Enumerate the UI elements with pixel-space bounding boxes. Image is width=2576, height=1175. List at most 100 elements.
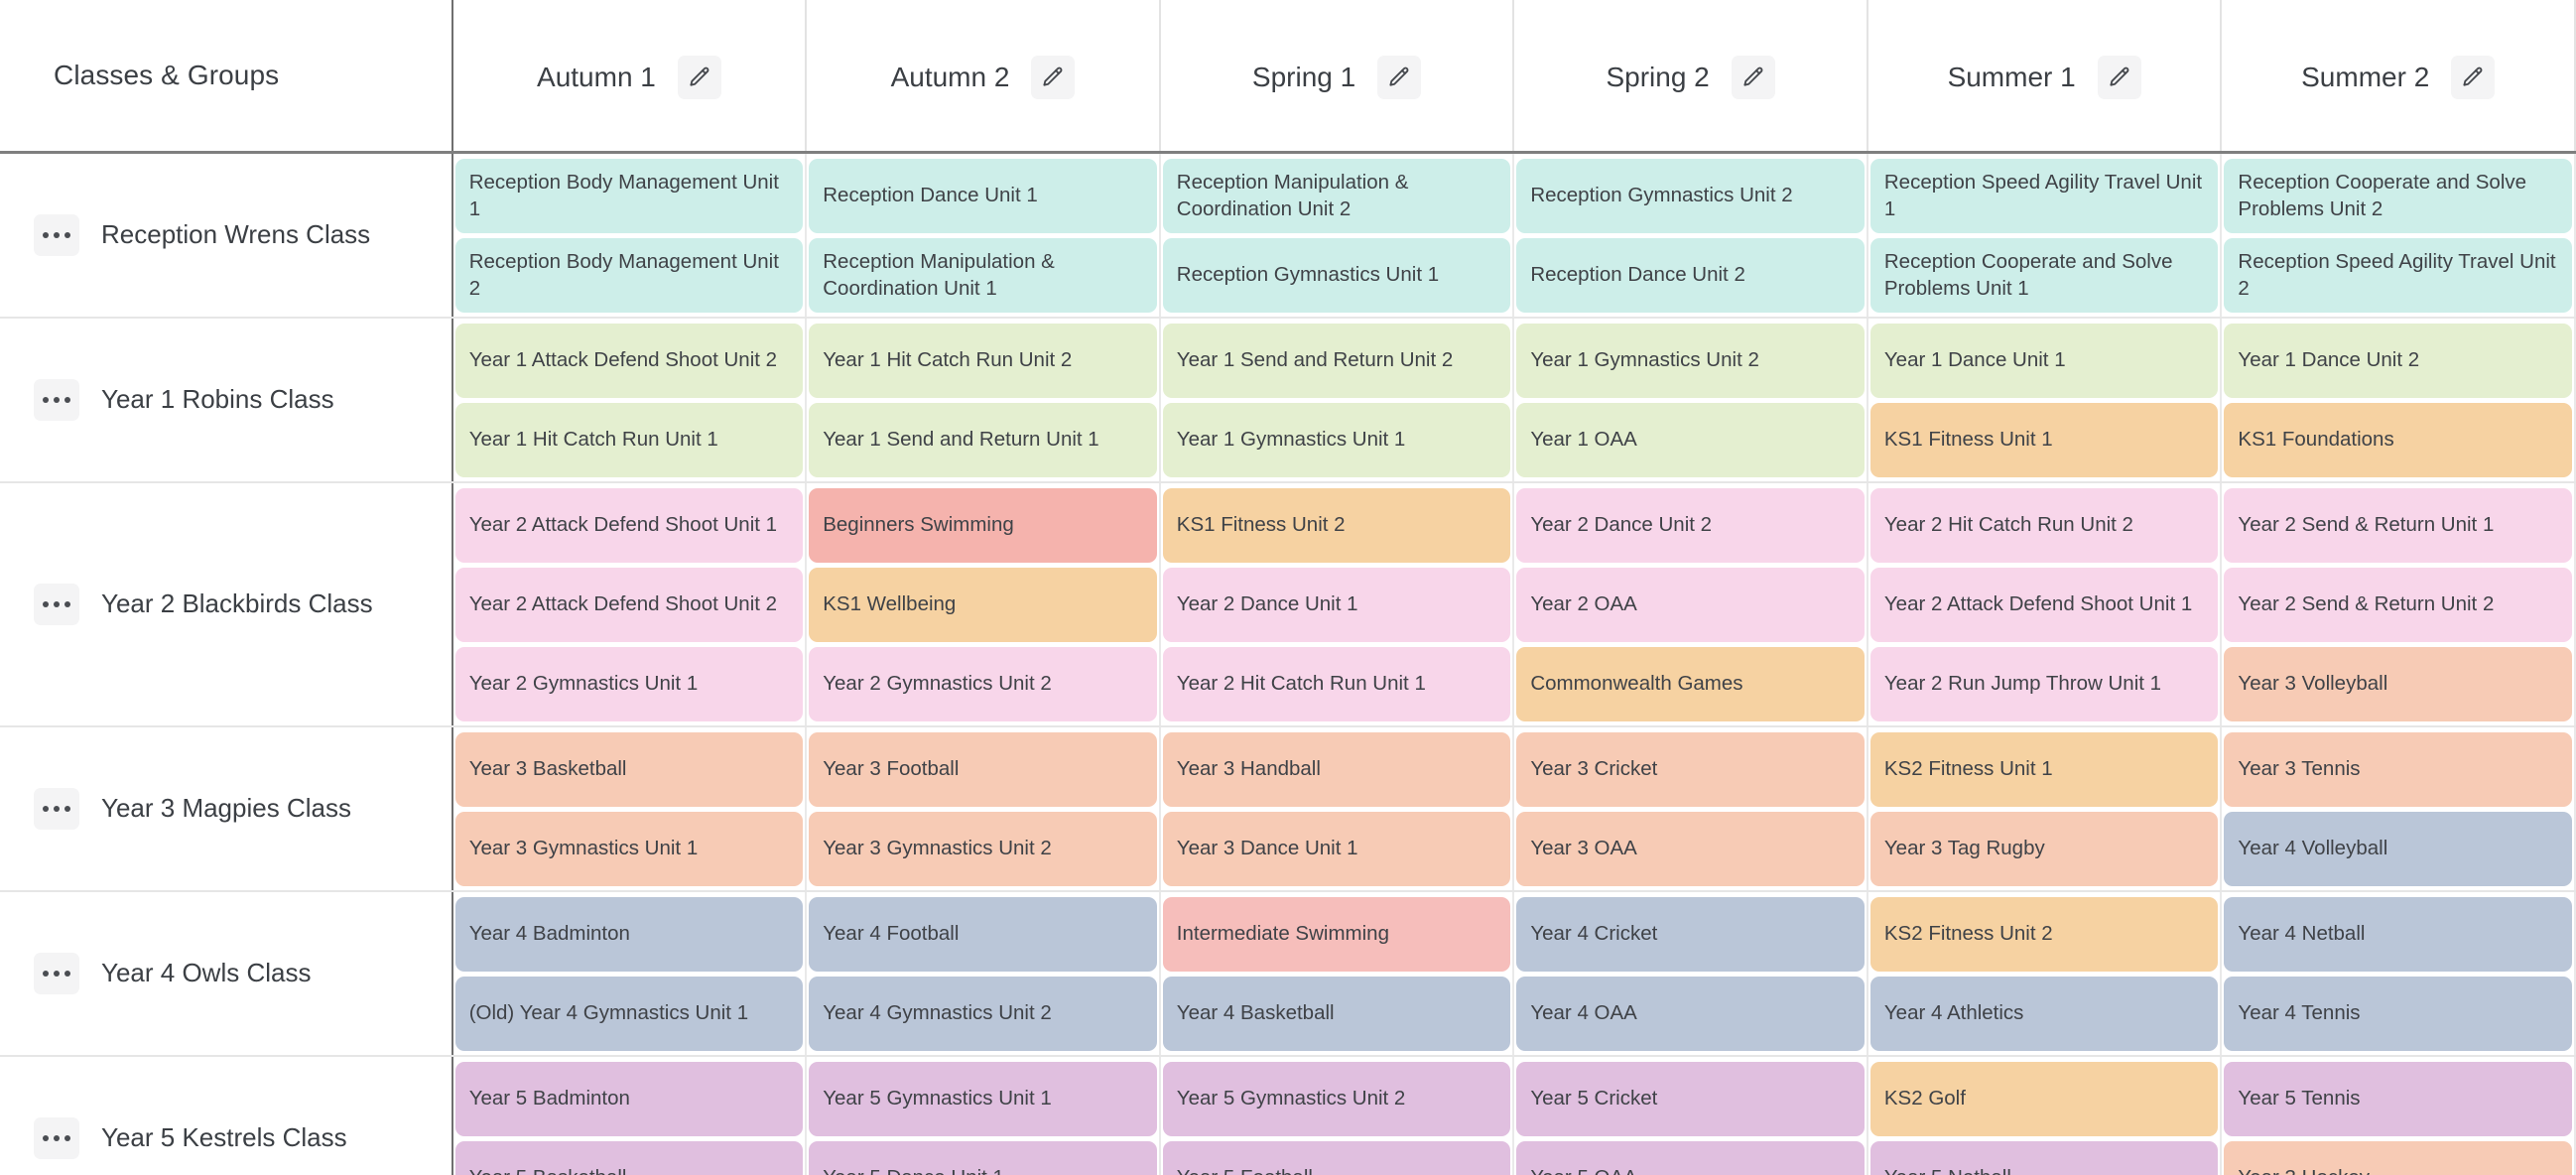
unit-card[interactable]: Year 2 Attack Defend Shoot Unit 1 xyxy=(454,487,804,563)
unit-card[interactable]: Year 5 Football xyxy=(1162,1140,1511,1175)
unit-card[interactable]: Year 3 Volleyball xyxy=(2224,646,2572,721)
unit-card-label: KS1 Foundations xyxy=(2238,428,2394,452)
unit-card[interactable]: Reception Cooperate and Solve Problems U… xyxy=(2224,158,2572,233)
unit-card[interactable]: Reception Speed Agility Travel Unit 1 xyxy=(1869,158,2219,233)
ellipsis-icon[interactable] xyxy=(34,1116,79,1159)
unit-stack: Year 1 Gymnastics Unit 2 Year 1 OAA xyxy=(1516,319,1865,481)
unit-card-label: Year 1 Hit Catch Run Unit 2 xyxy=(823,348,1073,372)
unit-card[interactable]: Year 5 Basketball xyxy=(454,1140,804,1175)
unit-card[interactable]: Year 2 Send & Return Unit 2 xyxy=(2224,567,2572,642)
unit-card[interactable]: Year 2 Gymnastics Unit 2 xyxy=(809,646,1157,721)
unit-card[interactable]: Year 4 Football xyxy=(809,896,1157,972)
unit-card[interactable]: Reception Gymnastics Unit 1 xyxy=(1162,237,1511,313)
unit-card[interactable]: KS2 Fitness Unit 1 xyxy=(1869,731,2219,807)
unit-card[interactable]: Year 3 Dance Unit 1 xyxy=(1162,811,1511,886)
unit-card[interactable]: Year 2 Gymnastics Unit 1 xyxy=(454,646,804,721)
unit-card[interactable]: Year 2 OAA xyxy=(1516,567,1865,642)
unit-card[interactable]: Year 3 Tag Rugby xyxy=(1869,811,2219,886)
unit-card[interactable]: Year 2 Dance Unit 2 xyxy=(1516,487,1865,563)
unit-card[interactable]: Year 2 Send & Return Unit 1 xyxy=(2224,487,2572,563)
unit-card[interactable]: Year 3 Handball xyxy=(1162,731,1511,807)
unit-card[interactable]: Year 4 Tennis xyxy=(2224,976,2572,1051)
unit-card[interactable]: Year 3 OAA xyxy=(1516,811,1865,886)
unit-card[interactable]: Reception Gymnastics Unit 2 xyxy=(1516,158,1865,233)
pencil-icon[interactable] xyxy=(2097,55,2141,99)
unit-card[interactable]: Year 3 Gymnastics Unit 2 xyxy=(809,811,1157,886)
unit-card[interactable]: Year 5 OAA xyxy=(1516,1140,1865,1175)
unit-card[interactable]: Year 4 Gymnastics Unit 2 xyxy=(809,976,1157,1051)
ellipsis-icon[interactable] xyxy=(34,378,79,421)
pencil-icon[interactable] xyxy=(2451,55,2496,99)
ellipsis-icon[interactable] xyxy=(34,952,79,994)
unit-card[interactable]: Year 4 Basketball xyxy=(1162,976,1511,1051)
class-label-inner: Year 5 Kestrels Class xyxy=(34,1116,451,1159)
unit-card[interactable]: Year 3 Tennis xyxy=(2224,731,2572,807)
term-cell: Year 1 Send and Return Unit 2 Year 1 Gymn… xyxy=(1159,317,1515,483)
unit-card[interactable]: Reception Speed Agility Travel Unit 2 xyxy=(2224,237,2572,313)
unit-card[interactable]: KS2 Golf xyxy=(1869,1061,2219,1136)
unit-card[interactable]: Year 2 Attack Defend Shoot Unit 1 xyxy=(1869,567,2219,642)
pencil-icon[interactable] xyxy=(1377,55,1422,99)
unit-card[interactable]: Year 5 Badminton xyxy=(454,1061,804,1136)
unit-card[interactable]: Year 5 Netball xyxy=(1869,1140,2219,1175)
unit-card[interactable]: Reception Manipulation & Coordination Un… xyxy=(809,237,1157,313)
unit-card[interactable]: Year 2 Dance Unit 1 xyxy=(1162,567,1511,642)
pencil-icon[interactable] xyxy=(1731,55,1775,99)
unit-card[interactable]: Commonwealth Games xyxy=(1516,646,1865,721)
unit-card[interactable]: Year 5 Gymnastics Unit 1 xyxy=(809,1061,1157,1136)
unit-card[interactable]: Year 1 OAA xyxy=(1516,402,1865,477)
unit-card[interactable]: Reception Manipulation & Coordination Un… xyxy=(1162,158,1511,233)
unit-card[interactable]: Year 2 Run Jump Throw Unit 1 xyxy=(1869,646,2219,721)
unit-card[interactable]: Reception Dance Unit 2 xyxy=(1516,237,1865,313)
ellipsis-icon[interactable] xyxy=(34,583,79,625)
unit-card-label: Reception Manipulation & Coordination Un… xyxy=(1176,170,1409,220)
unit-card[interactable]: Year 4 Athletics xyxy=(1869,976,2219,1051)
unit-card[interactable]: (Old) Year 4 Gymnastics Unit 1 xyxy=(454,976,804,1051)
unit-card[interactable]: Year 1 Dance Unit 2 xyxy=(2224,323,2572,398)
unit-card[interactable]: KS1 Foundations xyxy=(2224,402,2572,477)
unit-card[interactable]: Year 4 Cricket xyxy=(1516,896,1865,972)
unit-card[interactable]: Beginners Swimming xyxy=(809,487,1157,563)
unit-card[interactable]: Year 5 Gymnastics Unit 2 xyxy=(1162,1061,1511,1136)
unit-card[interactable]: KS1 Wellbeing xyxy=(809,567,1157,642)
unit-card[interactable]: Reception Cooperate and Solve Problems U… xyxy=(1869,237,2219,313)
ellipsis-icon[interactable] xyxy=(34,213,79,256)
unit-card[interactable]: Year 5 Dance Unit 1 xyxy=(809,1140,1157,1175)
unit-stack: Year 1 Dance Unit 1 KS1 Fitness Unit 1 xyxy=(1869,319,2219,481)
unit-card[interactable]: Year 3 Cricket xyxy=(1516,731,1865,807)
unit-card[interactable]: Year 3 Hockey xyxy=(2224,1140,2572,1175)
unit-card[interactable]: KS1 Fitness Unit 1 xyxy=(1869,402,2219,477)
unit-card-label: Reception Body Management Unit 1 xyxy=(468,170,779,220)
unit-card[interactable]: KS2 Fitness Unit 2 xyxy=(1869,896,2219,972)
unit-stack: Reception Dance Unit 1 Reception Manipula… xyxy=(809,154,1157,317)
unit-card[interactable]: Reception Dance Unit 1 xyxy=(809,158,1157,233)
unit-card[interactable]: Year 2 Hit Catch Run Unit 1 xyxy=(1162,646,1511,721)
pencil-icon[interactable] xyxy=(677,55,721,99)
unit-card[interactable]: Year 3 Gymnastics Unit 1 xyxy=(454,811,804,886)
unit-card[interactable]: Year 1 Attack Defend Shoot Unit 2 xyxy=(454,323,804,398)
unit-card[interactable]: Year 3 Football xyxy=(809,731,1157,807)
unit-card[interactable]: Reception Body Management Unit 1 xyxy=(454,158,804,233)
unit-card[interactable]: Year 3 Basketball xyxy=(454,731,804,807)
unit-card[interactable]: KS1 Fitness Unit 2 xyxy=(1162,487,1511,563)
unit-card[interactable]: Year 1 Hit Catch Run Unit 1 xyxy=(454,402,804,477)
unit-card[interactable]: Year 1 Send and Return Unit 1 xyxy=(809,402,1157,477)
pencil-icon[interactable] xyxy=(1031,55,1076,99)
ellipsis-icon[interactable] xyxy=(34,787,79,830)
unit-card[interactable]: Year 1 Gymnastics Unit 1 xyxy=(1162,402,1511,477)
unit-card[interactable]: Year 1 Send and Return Unit 2 xyxy=(1162,323,1511,398)
unit-card[interactable]: Year 1 Dance Unit 1 xyxy=(1869,323,2219,398)
unit-card[interactable]: Reception Body Management Unit 2 xyxy=(454,237,804,313)
unit-card[interactable]: Year 5 Cricket xyxy=(1516,1061,1865,1136)
unit-card[interactable]: Year 2 Hit Catch Run Unit 2 xyxy=(1869,487,2219,563)
unit-card[interactable]: Year 4 Netball xyxy=(2224,896,2572,972)
unit-card[interactable]: Year 4 Volleyball xyxy=(2224,811,2572,886)
unit-card[interactable]: Year 5 Tennis xyxy=(2224,1061,2572,1136)
unit-card[interactable]: Year 2 Attack Defend Shoot Unit 2 xyxy=(454,567,804,642)
unit-card[interactable]: Year 1 Gymnastics Unit 2 xyxy=(1516,323,1865,398)
unit-card-label: KS1 Fitness Unit 1 xyxy=(1883,428,2053,452)
unit-card[interactable]: Year 1 Hit Catch Run Unit 2 xyxy=(809,323,1157,398)
unit-card[interactable]: Intermediate Swimming xyxy=(1162,896,1511,972)
unit-card[interactable]: Year 4 OAA xyxy=(1516,976,1865,1051)
unit-card[interactable]: Year 4 Badminton xyxy=(454,896,804,972)
